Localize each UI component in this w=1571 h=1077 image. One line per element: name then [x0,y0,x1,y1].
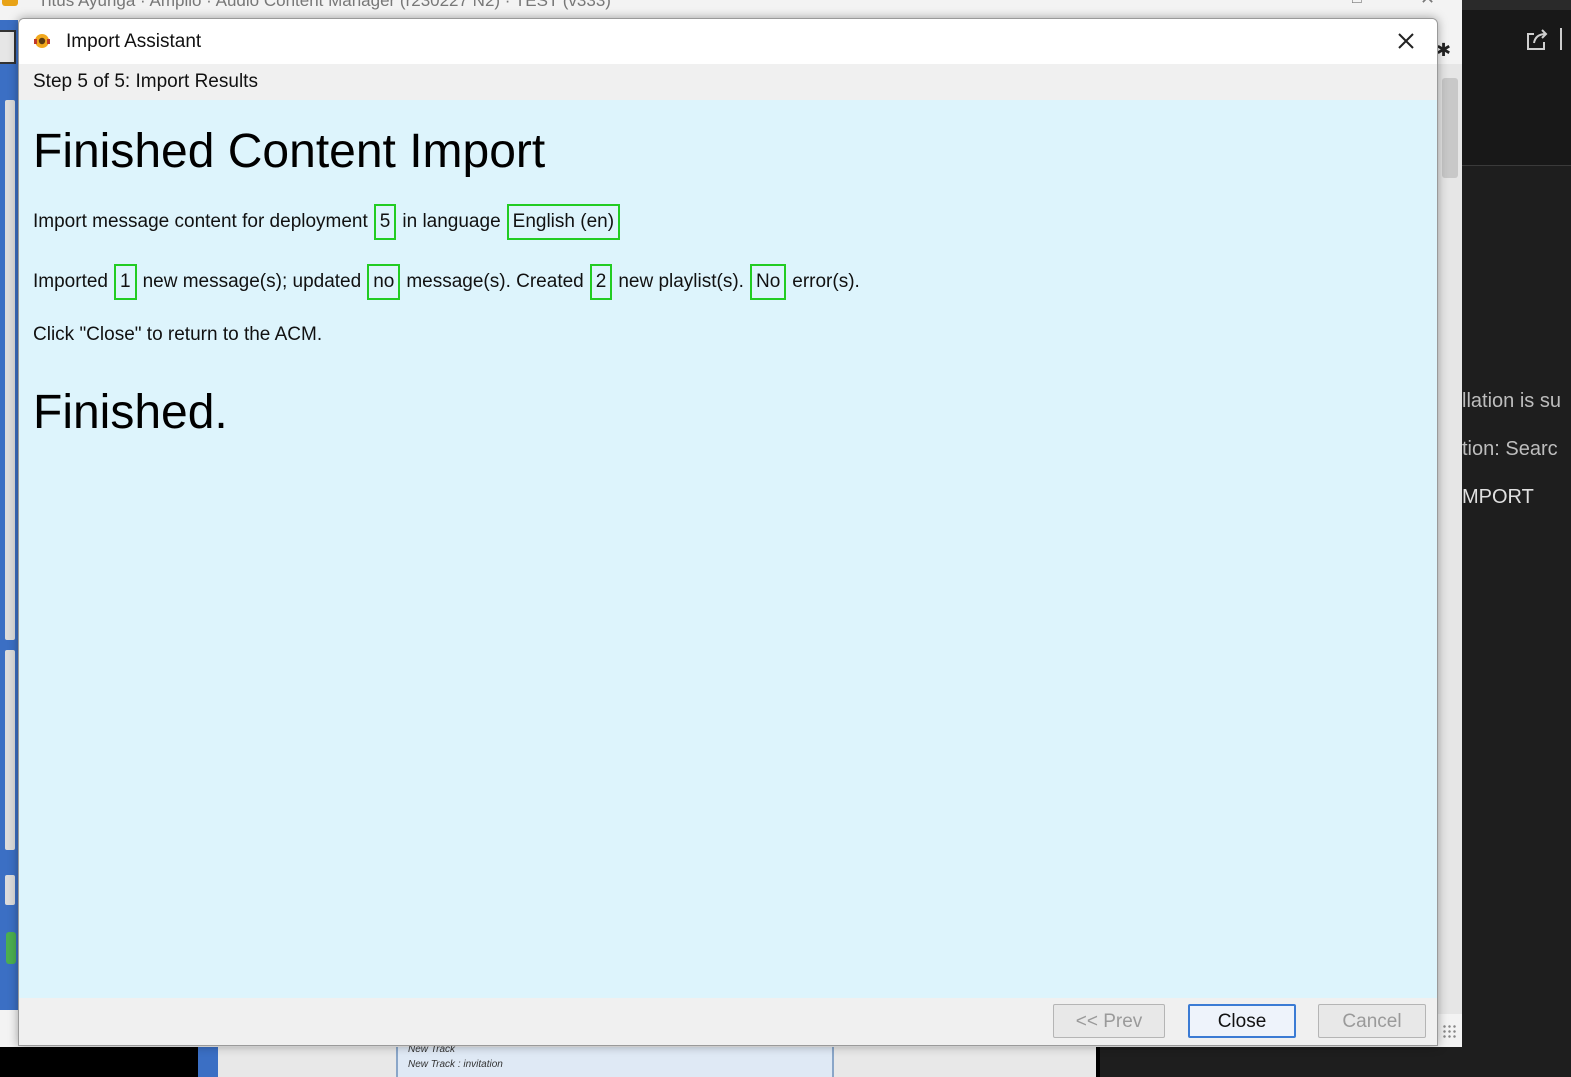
clipboard-icon[interactable] [0,30,16,64]
background-bottom-strip [198,1047,218,1077]
instruction-text: Click "Close" to return to the ACM. [33,324,323,345]
results-panel: Finished Content Import Import message c… [19,100,1437,998]
prev-button[interactable]: << Prev [1053,1004,1165,1038]
sidebar-panel [5,875,15,905]
background-app-title: Titus Ayuriga · Amplio · Audio Content M… [38,0,611,10]
close-icon[interactable] [1391,26,1421,56]
summary-line: Import message content for deployment 5 … [33,204,626,240]
close-icon[interactable]: ✕ [1420,0,1435,9]
resize-grip-icon[interactable] [1442,1024,1458,1040]
track-list[interactable]: New Track New Track : invitation [396,1044,834,1077]
step-indicator: Step 5 of 5: Import Results [33,71,258,92]
new-playlists-value: 2 [589,264,613,300]
side-pane-text: tion: Searc [1462,438,1558,460]
summary-text: in language [402,211,501,232]
side-pane-topbar [1462,0,1571,10]
button-bar: << Prev Close Cancel [19,998,1437,1045]
side-pane-header [1462,0,1571,166]
background-sidebar [0,20,18,1010]
green-tab[interactable] [6,932,16,964]
results-text: message(s). Created [406,271,584,292]
track-item[interactable]: New Track : invitation [408,1059,503,1070]
results-text: error(s). [792,271,860,292]
toolbar-divider [1560,28,1562,50]
sidebar-panel [5,650,15,850]
results-text: new playlist(s). [618,271,744,292]
page-title: Finished Content Import [33,125,546,178]
finished-heading: Finished. [33,386,228,439]
dialog-title: Import Assistant [66,31,202,52]
dialog-titlebar: Import Assistant [19,19,1437,64]
background-scroll-column [1438,64,1462,1014]
app-icon [2,0,18,6]
cancel-button[interactable]: Cancel [1318,1004,1426,1038]
share-icon[interactable] [1524,26,1550,52]
sidebar-panel [5,100,15,640]
step-bar: Step 5 of 5: Import Results [19,64,1437,100]
results-text: Imported [33,271,108,292]
results-line: Imported 1 new message(s); updated no me… [33,264,860,300]
background-app-titlebar: Titus Ayuriga · Amplio · Audio Content M… [0,0,1462,10]
maximize-icon[interactable]: □ [1352,0,1362,8]
app-logo-icon [34,34,50,48]
updated-messages-value: no [367,264,401,300]
new-messages-value: 1 [113,264,137,300]
side-pane-text: llation is su [1462,390,1561,412]
language-value: English (en) [506,204,621,240]
pin-icon[interactable]: ✱ [1436,40,1451,61]
close-button[interactable]: Close [1188,1004,1296,1038]
deployment-value: 5 [373,204,397,240]
side-pane-text: MPORT [1462,486,1534,508]
import-assistant-dialog: Import Assistant Step 5 of 5: Import Res… [18,18,1438,1046]
errors-value: No [749,264,787,300]
scrollbar-thumb[interactable] [1442,78,1458,178]
summary-text: Import message content for deployment [33,211,368,232]
results-text: new message(s); updated [142,271,362,292]
